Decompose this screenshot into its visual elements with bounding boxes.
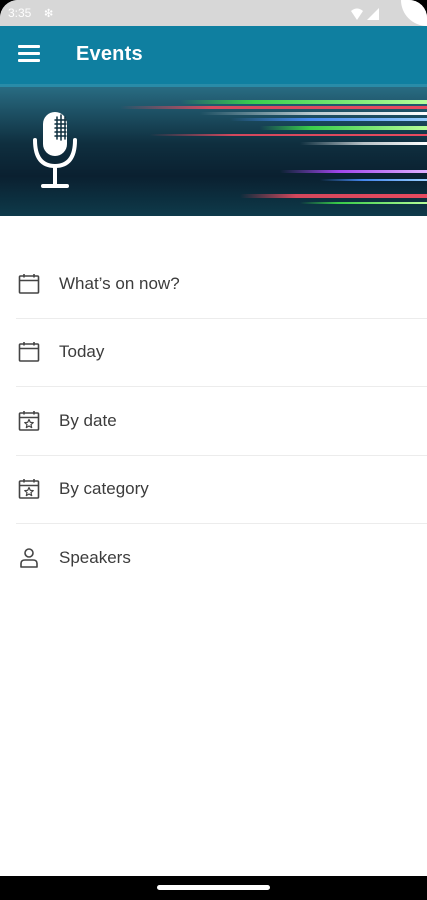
menu-item-whats-on-now[interactable]: What’s on now? (16, 250, 427, 319)
calendar-icon (18, 342, 40, 363)
phone-screen: 3:35 ❇ Events What’s on now? Today By da… (0, 0, 427, 900)
menu-item-today[interactable]: Today (16, 319, 427, 387)
menu-item-label: Speakers (59, 547, 131, 567)
microphone-icon (33, 112, 77, 188)
hero-banner (0, 84, 427, 216)
status-bar: 3:35 ❇ (0, 0, 427, 26)
wifi-icon (351, 8, 379, 20)
hamburger-menu-icon[interactable] (18, 45, 40, 63)
menu-item-speakers[interactable]: Speakers (16, 524, 427, 592)
menu-item-by-date[interactable]: By date (16, 387, 427, 456)
page-title: Events (76, 43, 143, 65)
menu-item-label: By category (59, 479, 149, 499)
calendar-star-icon (18, 479, 40, 500)
signal-icon (367, 8, 379, 20)
calendar-star-icon (18, 410, 40, 431)
system-nav-bar (0, 876, 427, 900)
calendar-icon (18, 273, 40, 294)
app-bar: Events (0, 26, 427, 84)
sync-icon: ❇ (44, 8, 54, 20)
menu-item-label: What’s on now? (59, 273, 180, 293)
screen-corner (401, 0, 427, 26)
menu-item-by-category[interactable]: By category (16, 456, 427, 524)
menu-item-label: By date (59, 410, 117, 430)
home-gesture-handle[interactable] (157, 885, 270, 890)
microphone-banner (0, 84, 427, 204)
status-time: 3:35 (8, 6, 32, 20)
person-icon (20, 547, 38, 568)
events-menu-list: What’s on now? Today By date By category… (16, 250, 427, 592)
menu-item-label: Today (59, 342, 105, 362)
